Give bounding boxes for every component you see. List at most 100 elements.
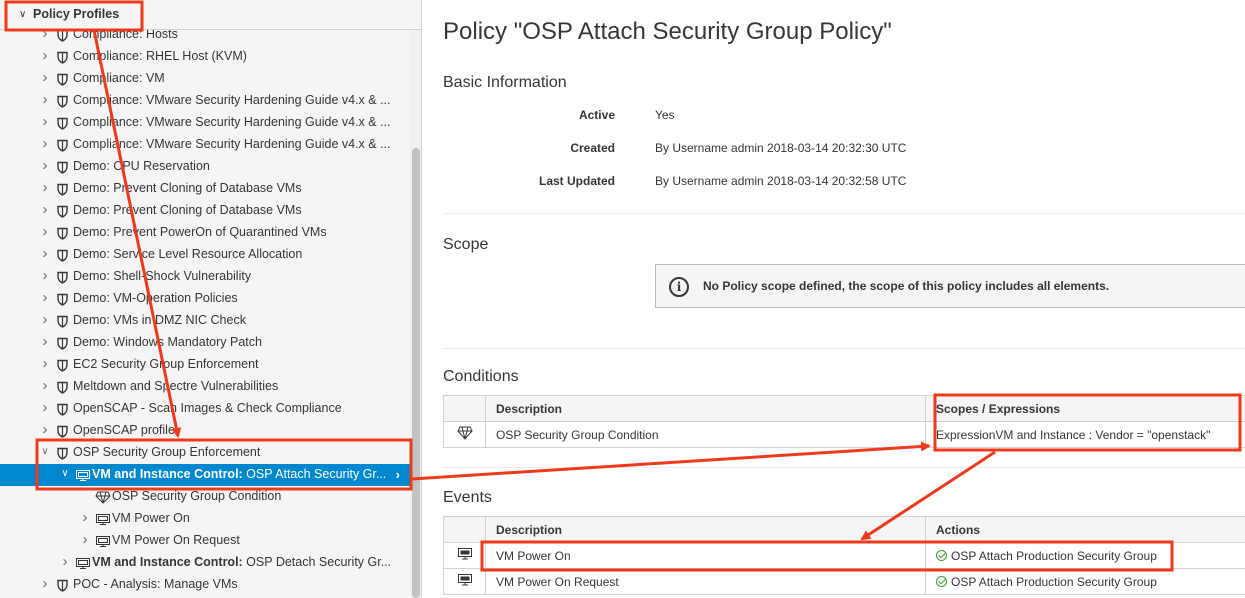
page-title: Policy "OSP Attach Security Group Policy… [443, 18, 892, 45]
chevron-right-icon[interactable]: › [40, 399, 50, 416]
icon-column-header [443, 516, 486, 543]
tree-item[interactable]: › Compliance: VMware Security Hardening G… [0, 90, 410, 112]
tree-item-label: OpenSCAP profile [73, 423, 175, 437]
tree-item[interactable]: › OpenSCAP profile [0, 420, 410, 442]
tree-item-type: VM and Instance Control: [92, 555, 243, 569]
tree-item[interactable]: OSP Security Group Condition [0, 486, 410, 508]
column-header-actions[interactable]: Actions [925, 516, 1245, 543]
chevron-right-icon[interactable]: › [40, 377, 50, 394]
event-action: OSP Attach Production Security Group [925, 568, 1245, 595]
vm-icon [75, 557, 91, 573]
tree-item[interactable]: › VM Power On [0, 508, 410, 530]
chevron-right-icon[interactable]: › [60, 553, 70, 570]
event-description[interactable]: VM Power On [485, 542, 926, 569]
scope-message: No Policy scope defined, the scope of th… [703, 279, 1110, 293]
tree-item[interactable]: › POC - Analysis: Manage VMs [0, 574, 410, 596]
chevron-right-icon[interactable]: › [40, 333, 50, 350]
chevron-right-icon[interactable]: › [80, 509, 90, 526]
check-circle-icon [936, 549, 947, 561]
scope-info-box: i No Policy scope defined, the scope of … [655, 264, 1245, 308]
shield-icon [57, 139, 68, 155]
shield-icon [57, 161, 68, 177]
tree-item-label: Demo: Windows Mandatory Patch [73, 335, 262, 349]
column-header-description[interactable]: Description [485, 516, 926, 543]
tree-item[interactable]: › VM and Instance Control: OSP Detach Sec… [0, 552, 410, 574]
shield-icon [57, 51, 68, 67]
event-description[interactable]: VM Power On Request [485, 568, 926, 595]
tree-header[interactable]: ∨ Policy Profiles [0, 0, 421, 30]
table-row[interactable]: OSP Security Group Condition ExpressionV… [443, 421, 1245, 448]
tree-item-label: Demo: Shell-Shock Vulnerability [73, 269, 252, 283]
tree-item[interactable]: › OpenSCAP - Scan Images & Check Complian… [0, 398, 410, 420]
column-header-description[interactable]: Description [485, 395, 926, 422]
chevron-right-icon[interactable]: › [40, 223, 50, 240]
vm-icon [95, 535, 111, 551]
chevron-right-icon[interactable]: › [40, 267, 50, 284]
tree-item-label: Meltdown and Spectre Vulnerabilities [73, 379, 279, 393]
condition-icon [443, 421, 486, 448]
tree-item[interactable]: › Demo: Shell-Shock Vulnerability [0, 266, 410, 288]
vm-icon [75, 469, 91, 485]
tree-item[interactable]: › Compliance: VMware Security Hardening G… [0, 134, 410, 156]
chevron-right-icon[interactable]: › [40, 575, 50, 592]
tree-item-label: OSP Security Group Condition [112, 489, 282, 503]
chevron-right-icon[interactable]: › [40, 311, 50, 328]
chevron-right-icon[interactable]: › [80, 531, 90, 548]
chevron-right-icon[interactable]: › [40, 355, 50, 372]
chevron-right-icon[interactable]: › [40, 157, 50, 174]
active-value: Yes [655, 108, 675, 122]
policy-tree-panel: › Compliance: Hosts › Compliance: RHEL Host… [0, 0, 422, 598]
tree-item[interactable]: › Demo: Prevent Cloning of Database VMs [0, 200, 410, 222]
chevron-right-icon[interactable]: › [40, 47, 50, 64]
tree-item[interactable]: › Compliance: VM [0, 68, 410, 90]
tree-item[interactable]: › Demo: VM-Operation Policies [0, 288, 410, 310]
tree-item-label: Compliance: RHEL Host (KVM) [73, 49, 247, 63]
divider [443, 213, 1245, 214]
divider [443, 467, 1245, 468]
tree-item[interactable]: › VM Power On Request [0, 530, 410, 552]
chevron-right-icon[interactable]: › [396, 467, 400, 482]
tree-item[interactable]: › Demo: VMs in DMZ NIC Check [0, 310, 410, 332]
chevron-right-icon[interactable]: › [40, 179, 50, 196]
chevron-right-icon[interactable]: › [40, 421, 50, 438]
tree-item[interactable]: › Compliance: VMware Security Hardening G… [0, 112, 410, 134]
tree-item[interactable]: ∨ VM and Instance Control: OSP Attach Sec… [0, 464, 410, 486]
chevron-right-icon[interactable]: › [40, 135, 50, 152]
tree-rows: › Compliance: Hosts › Compliance: RHEL Host… [0, 24, 410, 596]
shield-icon [57, 403, 68, 419]
chevron-right-icon[interactable]: › [40, 69, 50, 86]
chevron-down-icon[interactable]: ∨ [19, 9, 26, 20]
tree-item[interactable]: › Demo: Windows Mandatory Patch [0, 332, 410, 354]
condition-description[interactable]: OSP Security Group Condition [485, 421, 926, 448]
chevron-right-icon[interactable]: › [40, 91, 50, 108]
scrollbar-thumb[interactable] [412, 148, 420, 598]
tree-item[interactable]: › Demo: Prevent PowerOn of Quarantined VM… [0, 222, 410, 244]
vm-event-icon [443, 542, 486, 569]
tree-item[interactable]: › Meltdown and Spectre Vulnerabilities [0, 376, 410, 398]
chevron-right-icon[interactable]: › [40, 201, 50, 218]
tree-item[interactable]: › Compliance: RHEL Host (KVM) [0, 46, 410, 68]
chevron-right-icon[interactable]: › [40, 289, 50, 306]
chevron-down-icon[interactable]: ∨ [60, 468, 70, 479]
policy-detail-panel: Policy "OSP Attach Security Group Policy… [423, 0, 1245, 598]
created-label: Created [570, 141, 615, 155]
shield-icon [57, 117, 68, 133]
table-row[interactable]: VM Power On OSP Attach Production Securi… [443, 542, 1245, 569]
table-row[interactable]: VM Power On Request OSP Attach Productio… [443, 568, 1245, 595]
icon-column-header [443, 395, 486, 422]
tree-item[interactable]: › Demo: Prevent Cloning of Database VMs [0, 178, 410, 200]
tree-item[interactable]: › Demo: Service Level Resource Allocation [0, 244, 410, 266]
chevron-down-icon[interactable]: ∨ [40, 446, 50, 457]
tree-item-label: Demo: VMs in DMZ NIC Check [73, 313, 246, 327]
chevron-right-icon[interactable]: › [40, 113, 50, 130]
events-table: Description Actions VM Power On OSP Atta… [443, 516, 1245, 595]
tree-item-label: Demo: VM-Operation Policies [73, 291, 238, 305]
tree-item[interactable]: ∨ OSP Security Group Enforcement [0, 442, 410, 464]
shield-icon [57, 425, 68, 441]
condition-expression: ExpressionVM and Instance : Vendor = "op… [925, 421, 1245, 448]
tree-item[interactable]: › Demo: CPU Reservation [0, 156, 410, 178]
column-header-scopes-expressions[interactable]: Scopes / Expressions [925, 395, 1245, 422]
divider [443, 348, 1245, 349]
chevron-right-icon[interactable]: › [40, 245, 50, 262]
tree-item[interactable]: › EC2 Security Group Enforcement [0, 354, 410, 376]
